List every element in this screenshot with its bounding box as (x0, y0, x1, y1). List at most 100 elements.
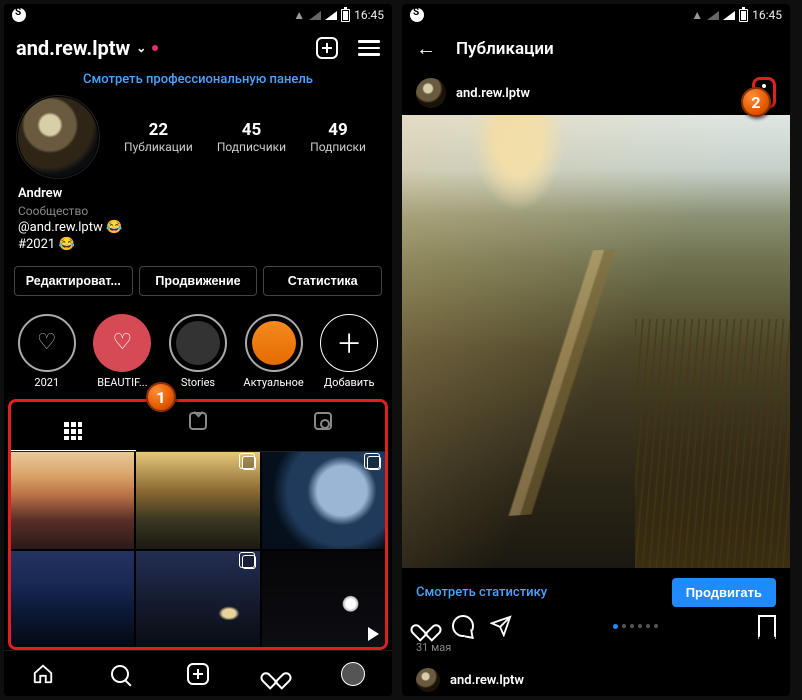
bio: Andrew Сообщество @and.rew.lptw 😂 #2021 … (4, 177, 392, 258)
back-arrow-icon[interactable]: ← (416, 36, 436, 61)
author-avatar (416, 668, 440, 692)
signal-icon (723, 11, 735, 20)
wifi-icon: ▲ (691, 8, 703, 22)
shazam-icon (410, 8, 424, 22)
post-image-foreground (635, 319, 790, 568)
heart-icon: ♡ (113, 330, 133, 355)
tagged-icon (314, 412, 332, 430)
post-author[interactable]: and.rew.lptw (416, 78, 530, 108)
username-dropdown[interactable]: and.rew.lptw ⌄ (16, 36, 158, 60)
annotation-marker-2: 2 (741, 87, 771, 117)
carousel-icon (242, 555, 256, 569)
annotation-marker-1: 1 (146, 382, 176, 412)
insights-row: Смотреть статистику Продвигать (402, 568, 790, 611)
highlights-row[interactable]: ♡ 2021 ♡ BEAUTIF... Stories Актуальное ＋… (4, 304, 392, 399)
wifi-icon: ▲ (293, 8, 305, 22)
highlight-2021[interactable]: ♡ 2021 (16, 314, 78, 389)
post-thumb[interactable] (136, 452, 259, 548)
orange-cover-icon (252, 321, 296, 365)
post-thumb[interactable] (11, 452, 134, 548)
post-header: and.rew.lptw (402, 71, 790, 115)
shazam-icon (12, 8, 26, 22)
nav-search[interactable] (108, 662, 132, 686)
next-post-header[interactable]: and.rew.lptw (402, 664, 790, 696)
save-button[interactable] (758, 615, 776, 637)
promote-post-button[interactable]: Продвигать (672, 578, 776, 607)
heart-icon (266, 665, 286, 683)
edit-profile-button[interactable]: Редактироват... (14, 266, 133, 296)
clock: 16:45 (752, 8, 782, 22)
signal-dim-icon (309, 11, 321, 20)
pro-dashboard-link[interactable]: Смотреть профессиональную панель (4, 66, 392, 97)
screen-title: Публикации (456, 39, 554, 59)
highlight-stories[interactable]: Stories (167, 314, 229, 389)
comment-button[interactable] (452, 615, 474, 637)
post-thumb[interactable] (262, 452, 385, 548)
bio-line-2: #2021 😂 (18, 236, 378, 254)
right-phone-post: ▲ 16:45 ← Публикации and.rew.lptw Смотре… (402, 4, 790, 696)
tab-grid[interactable] (11, 402, 136, 451)
battery-icon (739, 9, 748, 22)
carousel-indicator (613, 624, 658, 629)
post-actions (402, 611, 790, 639)
signal-icon (325, 11, 337, 20)
create-post-icon[interactable] (316, 37, 338, 59)
menu-icon[interactable] (358, 40, 380, 56)
nav-create[interactable] (186, 662, 210, 686)
search-icon (111, 665, 129, 683)
author-username: and.rew.lptw (456, 86, 530, 101)
highlight-add[interactable]: ＋ Добавить (318, 314, 380, 389)
statusbar: ▲ 16:45 (402, 4, 790, 26)
post-image[interactable] (402, 115, 790, 568)
left-phone-profile: ▲ 16:45 and.rew.lptw ⌄ Смотреть професси… (4, 4, 392, 696)
carousel-icon (367, 456, 381, 470)
posts-grid (11, 452, 385, 647)
author-username: and.rew.lptw (450, 673, 524, 688)
bio-line-1: @and.rew.lptw 😂 (18, 219, 378, 237)
bottom-nav (4, 650, 392, 696)
stories-cover-icon (176, 321, 220, 365)
view-insights-link[interactable]: Смотреть статистику (416, 585, 547, 600)
nav-profile[interactable] (341, 662, 365, 686)
nav-activity[interactable] (264, 662, 288, 686)
stats-row: 22 Публикации 45 Подписчики 49 Подписки (4, 97, 392, 177)
plus-box-icon (187, 663, 209, 685)
post-thumb[interactable] (11, 551, 134, 647)
plus-icon: ＋ (336, 324, 362, 361)
grid-icon (64, 422, 82, 440)
profile-tabs (11, 402, 385, 452)
statusbar: ▲ 16:45 (4, 4, 392, 26)
battery-icon (341, 9, 350, 22)
heart-icon: ♡ (37, 330, 57, 355)
highlight-actual[interactable]: Актуальное (243, 314, 305, 389)
grid-highlight-box (8, 399, 388, 650)
stat-followers[interactable]: 45 Подписчики (217, 120, 286, 154)
notification-dot-icon (152, 45, 158, 51)
stat-following[interactable]: 49 Подписки (310, 120, 366, 154)
signal-dim-icon (707, 11, 719, 20)
action-buttons: Редактироват... Продвижение Статистика (4, 258, 392, 304)
author-avatar (416, 78, 446, 108)
nav-home[interactable] (31, 662, 55, 686)
tab-tagged[interactable] (260, 402, 385, 451)
share-button[interactable] (490, 615, 512, 637)
reels-icon (189, 412, 207, 430)
avatar-icon (341, 662, 365, 686)
like-button[interactable] (416, 617, 436, 635)
post-date: 31 мая (402, 639, 790, 664)
post-thumb[interactable] (136, 551, 259, 647)
clock: 16:45 (354, 8, 384, 22)
chevron-down-icon: ⌄ (136, 41, 146, 55)
promote-button[interactable]: Продвижение (139, 266, 258, 296)
highlight-beautiful[interactable]: ♡ BEAUTIF... (92, 314, 154, 389)
stat-posts[interactable]: 22 Публикации (124, 120, 193, 154)
profile-avatar[interactable] (18, 97, 98, 177)
video-play-icon (368, 627, 379, 641)
category-label: Сообщество (18, 203, 378, 219)
profile-header: and.rew.lptw ⌄ (4, 26, 392, 66)
insights-button[interactable]: Статистика (263, 266, 382, 296)
display-name: Andrew (18, 185, 378, 203)
post-thumb[interactable] (262, 551, 385, 647)
post-screen-header: ← Публикации (402, 26, 790, 71)
username-text: and.rew.lptw (16, 36, 130, 60)
